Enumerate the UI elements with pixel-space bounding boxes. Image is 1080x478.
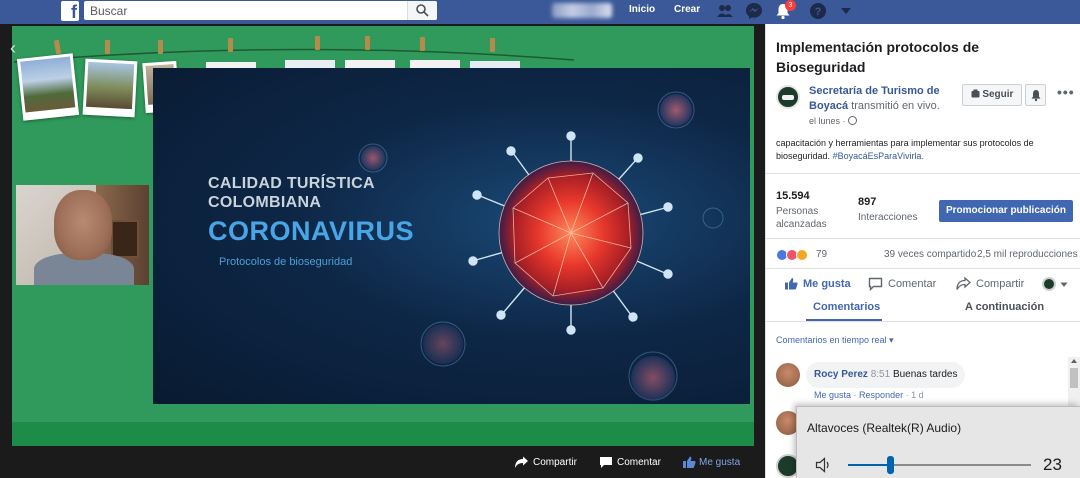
presentation-footer-strip (12, 422, 754, 446)
comment-age: 1 d (911, 390, 924, 400)
clothespin (228, 38, 233, 52)
post-description: capacitación y herramientas para impleme… (776, 137, 1066, 163)
post-time-text: el lunes · (809, 116, 846, 126)
tab-up-next[interactable]: A continuación (965, 301, 1044, 313)
divider (766, 321, 1080, 322)
post-author-line: Secretaría de Turismo de Boyacá transmit… (809, 84, 949, 114)
post-action-text: transmitió en vivo. (851, 100, 940, 112)
volume-level: 23 (1043, 455, 1062, 474)
divider (766, 268, 1080, 269)
comment-button[interactable]: Comentar (888, 278, 936, 290)
comment-time[interactable]: 8:51 (871, 369, 890, 380)
comment-text: Buenas tardes (892, 369, 958, 380)
divider (766, 173, 1080, 174)
volume-flyout: Altavoces (Realtek(R) Audio) 23 (796, 406, 1080, 478)
webcam-background-frame (111, 220, 139, 258)
webcam-overlay (16, 185, 149, 285)
search-box (84, 1, 437, 20)
messenger-icon[interactable] (745, 2, 763, 20)
like-icon[interactable] (682, 456, 696, 469)
video-comment-button[interactable]: Comentar (617, 457, 661, 468)
volume-slider-fill (848, 464, 891, 466)
slide-title: CORONAVIRUS (208, 216, 415, 246)
post-title: Implementación protocolos de Biosegurida… (776, 39, 980, 75)
shares-count[interactable]: 39 veces compartido (884, 249, 976, 260)
notification-toggle-button[interactable] (1025, 84, 1046, 106)
promote-post-button[interactable]: Promocionar publicación (939, 200, 1073, 222)
comment-reply-link[interactable]: Responder (859, 390, 903, 400)
more-options-button[interactable]: ••• (1057, 84, 1075, 100)
reactions-count[interactable]: 79 (816, 249, 827, 260)
comment-bubble: Rocy Perez 8:51 Buenas tardes (806, 362, 966, 388)
scroll-up-arrow[interactable] (1071, 359, 1077, 363)
post-as-avatar[interactable] (1042, 277, 1056, 291)
create-link[interactable]: Crear (674, 4, 700, 15)
presenter-face (54, 190, 112, 260)
search-button[interactable] (407, 1, 437, 20)
comment-icon[interactable] (599, 456, 613, 469)
clothespin (105, 40, 110, 54)
follow-button[interactable]: Seguir (962, 84, 1022, 106)
comment-like-link[interactable]: Me gusta (814, 390, 851, 400)
home-link[interactable]: Inicio (629, 4, 655, 15)
help-icon[interactable]: ? (809, 2, 827, 20)
commenter-name[interactable]: Rocy Perez (814, 369, 868, 380)
reach-value: 15.594 (776, 190, 810, 202)
clothespin (315, 36, 320, 50)
page-avatar[interactable] (776, 85, 800, 109)
slide-subtitle: Protocolos de bioseguridad (219, 256, 353, 268)
like-button[interactable]: Me gusta (803, 278, 851, 290)
video-like-button[interactable]: Me gusta (699, 457, 740, 468)
clothespin (490, 38, 495, 52)
audio-device-name[interactable]: Altavoces (Realtek(R) Audio) (807, 421, 961, 435)
profile-shortcut[interactable] (552, 3, 612, 18)
clothespin (365, 36, 370, 50)
hanging-photo (16, 53, 80, 121)
comments-filter-dropdown[interactable]: Comentarios en tiempo real ▾ (776, 335, 894, 346)
follow-label: Seguir (982, 89, 1014, 100)
comment-icon[interactable] (868, 277, 883, 291)
tab-comments[interactable]: Comentarios (813, 301, 880, 313)
friend-requests-icon[interactable] (716, 2, 734, 20)
comment-actions: Me gusta · Responder · 1 d (814, 390, 924, 400)
facebook-logo[interactable]: f (61, 1, 79, 22)
chevron-down-icon[interactable] (840, 6, 852, 16)
search-input[interactable] (90, 4, 390, 18)
share-icon[interactable] (956, 277, 971, 291)
follow-icon (971, 89, 980, 98)
slide-heading-line-2: COLOMBIANA (208, 194, 322, 211)
scrollbar-thumb[interactable] (1070, 368, 1078, 388)
divider (766, 238, 1080, 239)
like-icon[interactable] (784, 277, 798, 291)
notification-badge: 3 (785, 0, 796, 11)
clothespin (158, 40, 163, 54)
share-button[interactable]: Compartir (976, 278, 1024, 290)
volume-slider-thumb[interactable] (887, 456, 895, 474)
hanging-photo (82, 58, 138, 118)
globe-icon (847, 116, 857, 125)
speaker-icon[interactable] (815, 457, 835, 473)
interactions-value: 897 (858, 196, 877, 208)
svg-text:?: ? (815, 6, 822, 18)
wow-reaction-icon[interactable] (796, 249, 808, 261)
hashtag-link[interactable]: #BoyacáEsParaVivirla. (833, 151, 924, 161)
interactions-label: Interacciones (858, 212, 918, 223)
reach-label-2: alcanzadas (776, 219, 827, 230)
search-icon (416, 4, 429, 17)
presentation-slide: CALIDAD TURÍSTICA COLOMBIANA CORONAVIRUS… (153, 68, 750, 404)
bell-icon (1031, 90, 1041, 102)
chevron-down-icon[interactable] (1060, 282, 1068, 288)
video-share-button[interactable]: Compartir (533, 457, 577, 468)
clothespin (420, 37, 425, 51)
share-icon[interactable] (514, 456, 529, 469)
post-timestamp[interactable]: el lunes · (809, 116, 857, 126)
reach-label-1: Personas (776, 206, 819, 217)
slide-heading-line-1: CALIDAD TURÍSTICA (208, 175, 375, 192)
commenter-avatar[interactable] (776, 363, 800, 387)
views-count: 2,5 mil reproducciones (977, 249, 1078, 260)
